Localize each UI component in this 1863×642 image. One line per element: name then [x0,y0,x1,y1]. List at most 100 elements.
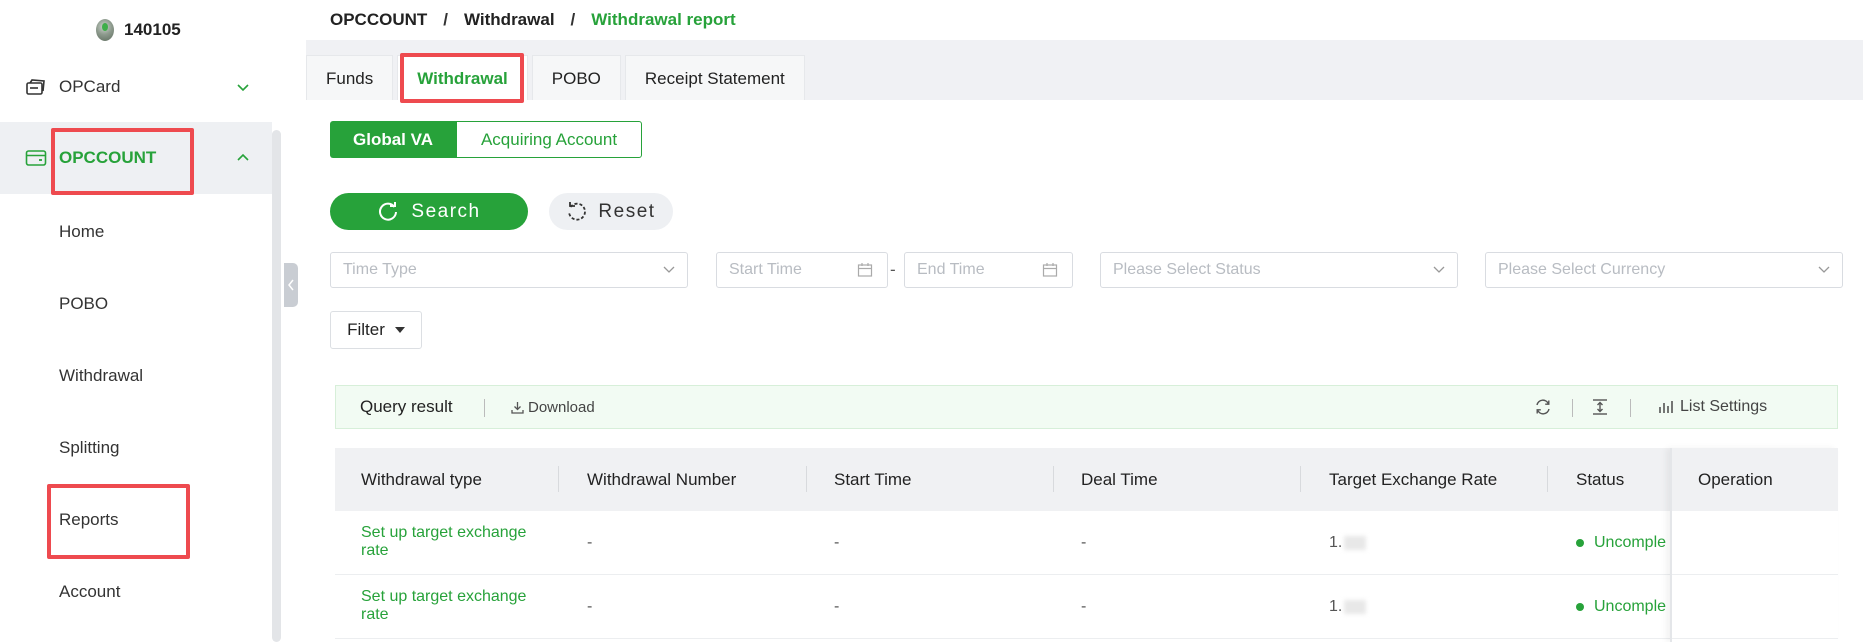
breadcrumb-separator: / [570,10,576,29]
search-refresh-icon [379,201,398,221]
account-header: 140105 [96,16,181,44]
breadcrumb: OPCCOUNT / Withdrawal / Withdrawal repor… [306,0,1863,40]
chevron-up-icon [237,153,249,161]
withdrawal-number-cell: - [587,534,593,551]
search-button[interactable]: Search [330,193,528,230]
column-header-target-exchange-rate: Target Exchange Rate [1329,469,1498,489]
refresh-icon[interactable] [1534,398,1552,416]
sidebar-subitem-splitting[interactable]: Splitting [59,438,119,458]
sidebar-item-label: OPCard [59,77,121,96]
account-id: 140105 [124,20,181,39]
redacted-value [1344,599,1367,614]
tab-withdrawal[interactable]: Withdrawal [397,55,528,101]
tab-funds[interactable]: Funds [306,55,394,101]
operation-cell [1672,575,1838,639]
currency-select[interactable] [1485,252,1843,288]
reset-icon [568,201,587,221]
segment-global-va[interactable]: Global VA [330,121,456,158]
end-time-picker[interactable] [904,252,1073,288]
query-result-bar: Query result Download List Settings [335,385,1838,429]
exchange-rate-cell: 1. [1329,534,1367,552]
table-header: Withdrawal type Withdrawal Number Start … [335,448,1838,511]
status-dot [1576,539,1584,547]
breadcrumb-item[interactable]: OPCCOUNT [330,10,427,30]
breadcrumb-separator: / [443,10,449,29]
download-icon [511,401,524,414]
status-cell: Uncomple [1576,598,1666,616]
list-settings-label: List Settings [1680,398,1768,415]
column-header-start-time: Start Time [834,469,912,489]
column-divider [558,466,559,492]
column-divider [806,466,807,492]
redacted-value [1344,535,1367,550]
start-time-cell: - [834,598,840,615]
card-stack-icon [26,79,45,95]
bar-settings-icon [1659,401,1673,413]
reset-button[interactable]: Reset [549,193,673,230]
deal-time-cell: - [1081,598,1087,615]
tab-pobo[interactable]: POBO [531,55,621,101]
chevron-down-icon [663,266,675,273]
status-text: Uncomple [1594,598,1667,615]
sidebar-subitem-account[interactable]: Account [59,582,120,602]
exchange-rate-value: 1. [1329,534,1343,551]
calendar-icon [1042,263,1058,277]
segment-acquiring-account[interactable]: Acquiring Account [456,121,642,158]
query-result-title: Query result [360,397,453,416]
exchange-rate-cell: 1. [1329,598,1367,616]
wallet-icon [25,150,47,166]
column-divider [1053,466,1054,492]
column-header-withdrawal-type: Withdrawal type [361,469,482,489]
chevron-left-icon [288,279,294,291]
withdrawal-type-link[interactable]: Set up target exchange rate [361,588,551,624]
sidebar-item-opcard[interactable]: OPCard [0,70,272,104]
status-select[interactable] [1100,252,1458,288]
status-text: Uncomple [1594,534,1667,551]
divider [1572,399,1573,417]
tab-bar: Funds Withdrawal POBO Receipt Statement [306,55,805,101]
sidebar-scrollbar[interactable] [272,130,281,642]
account-type-switch: Global VA Acquiring Account [330,121,642,158]
table-row: Set up target exchange rate - - - 1. Unc… [335,575,1838,639]
status-cell: Uncomple [1576,534,1666,552]
collapse-sidebar-button[interactable] [284,263,298,307]
currency-input[interactable] [1498,261,1842,279]
withdrawal-type-link[interactable]: Set up target exchange rate [361,524,551,560]
withdrawal-number-cell: - [587,598,593,615]
column-header-operation: Operation [1672,448,1838,511]
table-row: Set up target exchange rate - - - 1. Unc… [335,511,1838,575]
sidebar-item-opccount[interactable]: OPCCOUNT [0,122,272,194]
filter-button-label: Filter [347,320,385,339]
exchange-rate-value: 1. [1329,598,1343,615]
range-separator: - [890,260,896,279]
sidebar-subitem-reports[interactable]: Reports [59,510,119,530]
tab-receipt-statement[interactable]: Receipt Statement [624,55,805,101]
download-button[interactable]: Download [511,399,595,416]
sidebar-subitem-withdrawal[interactable]: Withdrawal [59,366,143,386]
column-divider [1547,466,1548,492]
density-icon[interactable] [1591,398,1609,416]
start-time-cell: - [834,534,840,551]
start-time-picker[interactable] [716,252,888,288]
deal-time-cell: - [1081,534,1087,551]
filter-button[interactable]: Filter [330,311,422,349]
column-header-withdrawal-number: Withdrawal Number [587,469,737,489]
status-input[interactable] [1113,261,1457,279]
download-label: Download [528,398,595,416]
column-header-status: Status [1576,469,1625,489]
divider [484,399,485,417]
time-type-select[interactable] [330,252,688,288]
list-settings-button[interactable]: List Settings [1658,398,1767,416]
divider [1630,399,1631,417]
sidebar: 140105 OPCard OPCCOUNT Home POBO Withdra… [0,0,287,642]
reset-button-label: Reset [598,200,656,222]
time-type-input[interactable] [343,261,687,279]
operation-column: Operation [1670,448,1838,642]
caret-down-icon [394,327,405,333]
account-avatar-icon [96,19,114,41]
breadcrumb-item[interactable]: Withdrawal [464,10,555,30]
sidebar-subitem-pobo[interactable]: POBO [59,294,108,314]
operation-cell [1672,511,1838,575]
chevron-down-icon [237,84,249,92]
sidebar-subitem-home[interactable]: Home [59,222,104,242]
